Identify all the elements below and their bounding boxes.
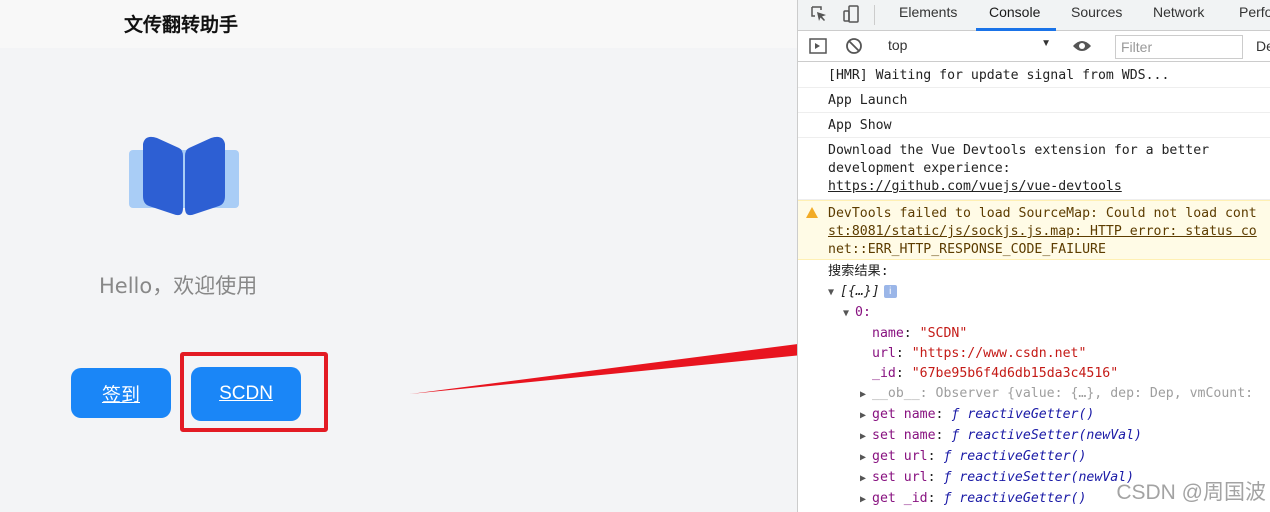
tree-row-getter[interactable]: ▶ set name: ƒ reactiveSetter(newVal)	[798, 426, 1270, 447]
warning-icon	[806, 207, 818, 218]
sidebar-toggle-icon[interactable]	[807, 35, 829, 57]
prop-value: reactiveSetter(newVal)	[967, 428, 1142, 443]
console-message-vue: Download the Vue Devtools extension for …	[798, 138, 1270, 200]
expand-triangle-icon[interactable]: ▶	[860, 469, 872, 489]
csdn-button[interactable]: SCDN	[191, 367, 301, 421]
welcome-text: Hello，欢迎使用	[99, 274, 258, 298]
console-toolbar: top ▼ Filter De	[798, 31, 1270, 62]
tree-row-id: _id: "67be95b6f4d6db15da3c4516"	[872, 366, 1119, 381]
expand-triangle-icon[interactable]: ▼	[843, 304, 855, 324]
warning-line: DevTools failed to load SourceMap: Could…	[828, 206, 1257, 221]
prop-key: name	[872, 326, 904, 341]
console-message: [HMR] Waiting for update signal from WDS…	[798, 62, 1270, 88]
context-value: top	[888, 37, 908, 53]
prop-value: reactiveGetter()	[959, 449, 1087, 464]
prop-value: reactiveGetter()	[959, 491, 1087, 506]
search-result-label: 搜索结果:	[828, 264, 889, 279]
chevron-down-icon: ▼	[1041, 38, 1051, 49]
prop-key: __ob__	[872, 386, 920, 401]
tree-row-getter[interactable]: ▶ get name: ƒ reactiveGetter()	[798, 405, 1270, 426]
prop-key: get url	[872, 449, 928, 464]
tree-row-array[interactable]: ▼ [{…}] i	[798, 282, 1270, 303]
expand-triangle-icon[interactable]: ▶	[860, 448, 872, 468]
devtools-tab-bar: Elements Console Sources Network Perfo	[798, 0, 1270, 31]
tab-separator	[874, 5, 875, 25]
tree-row-index[interactable]: ▼ 0:	[798, 303, 1270, 324]
tree-row-url: url: "https://www.csdn.net"	[872, 346, 1087, 361]
prop-key: url	[872, 346, 896, 361]
tab-sources[interactable]: Sources	[1071, 4, 1122, 20]
warning-line: net::ERR_HTTP_RESPONSE_CODE_FAILURE	[828, 242, 1106, 257]
console-message: App Show	[798, 113, 1270, 138]
expand-triangle-icon[interactable]: ▶	[860, 427, 872, 447]
tab-network[interactable]: Network	[1153, 4, 1204, 20]
app-navbar: 文传翻转助手	[0, 0, 797, 48]
tree-row-getter[interactable]: ▶ get url: ƒ reactiveGetter()	[798, 447, 1270, 468]
prop-key: set url	[872, 470, 928, 485]
clear-console-icon[interactable]	[843, 35, 865, 57]
console-output: [HMR] Waiting for update signal from WDS…	[798, 62, 1270, 512]
prop-value: "67be95b6f4d6db15da3c4516"	[911, 366, 1119, 381]
prop-value: "https://www.csdn.net"	[911, 346, 1087, 361]
expand-triangle-icon[interactable]: ▶	[860, 385, 872, 405]
tab-elements[interactable]: Elements	[899, 4, 957, 20]
info-icon: i	[883, 285, 897, 298]
vue-devtools-link[interactable]: https://github.com/vuejs/vue-devtools	[828, 179, 1122, 194]
prop-value: "SCDN"	[919, 326, 968, 341]
prop-key: get _id	[872, 491, 928, 506]
eye-icon[interactable]	[1071, 35, 1093, 57]
tab-performance[interactable]: Perfo	[1239, 4, 1270, 20]
prop-value: reactiveGetter()	[967, 407, 1095, 422]
sign-in-button[interactable]: 签到	[71, 368, 171, 418]
tree-row-ob[interactable]: ▶ __ob__: Observer {value: {…}, dep: Dep,…	[798, 384, 1270, 405]
watermark: CSDN @周国波	[1116, 481, 1266, 504]
console-message: App Launch	[798, 88, 1270, 113]
array-preview: [{…}]	[840, 284, 880, 299]
device-toggle-icon[interactable]	[840, 3, 862, 25]
console-line: Download the Vue Devtools extension for …	[828, 143, 1210, 158]
expand-triangle-icon[interactable]: ▼	[828, 283, 840, 303]
index-key: 0:	[855, 305, 871, 320]
expand-triangle-icon[interactable]: ▶	[860, 406, 872, 426]
tree-row-name: name: "SCDN"	[872, 326, 968, 341]
prop-value: reactiveSetter(newVal)	[959, 470, 1135, 485]
console-line: development experience:	[828, 161, 1011, 176]
inspect-icon[interactable]	[808, 3, 830, 25]
context-select[interactable]: top ▼	[888, 37, 1051, 53]
prop-key: set name	[872, 428, 936, 443]
devtools-panel: Elements Console Sources Network Perfo t…	[797, 0, 1270, 512]
book-logo-icon	[129, 136, 239, 216]
tab-console[interactable]: Console	[989, 4, 1040, 20]
prop-key: get name	[872, 407, 936, 422]
app-title: 文传翻转助手	[124, 14, 239, 36]
console-warning: DevTools failed to load SourceMap: Could…	[798, 200, 1270, 260]
warning-link[interactable]: st:8081/static/js/sockjs.js.map: HTTP er…	[828, 223, 1270, 241]
app-preview: 文传翻转助手 Hello，欢迎使用 签到 SCDN	[0, 0, 797, 512]
prop-key: _id	[872, 366, 896, 381]
prop-value: : Observer {value: {…}, dep: Dep, vmCoun…	[919, 386, 1254, 401]
expand-triangle-icon[interactable]: ▶	[860, 490, 872, 510]
filter-input[interactable]: Filter	[1115, 35, 1243, 59]
default-levels-label[interactable]: De	[1256, 38, 1270, 54]
